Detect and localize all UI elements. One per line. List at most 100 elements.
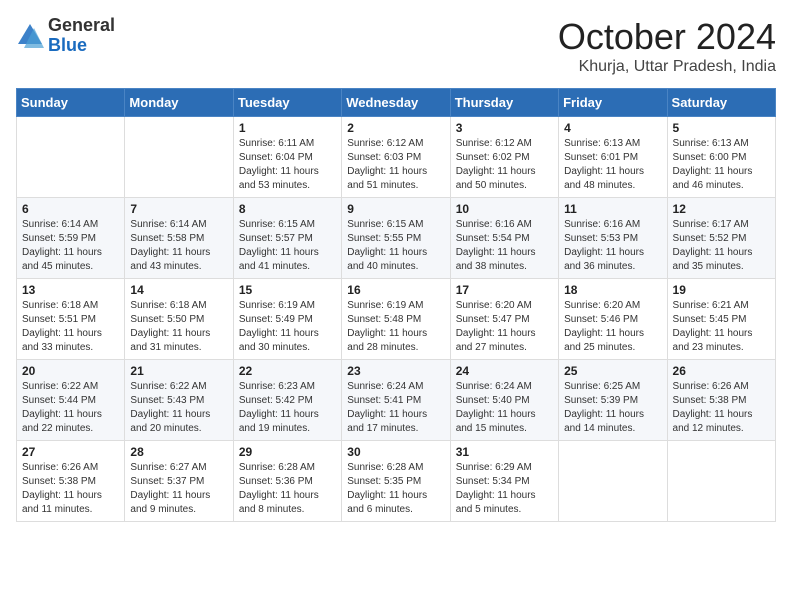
day-cell: 3 Sunrise: 6:12 AM Sunset: 6:02 PM Daylig… bbox=[450, 117, 558, 198]
day-number: 16 bbox=[347, 283, 444, 297]
page-header: General Blue October 2024 Khurja, Uttar … bbox=[16, 16, 776, 76]
day-number: 10 bbox=[456, 202, 553, 216]
day-content: Sunrise: 6:15 AM Sunset: 5:57 PM Dayligh… bbox=[239, 218, 336, 274]
day-cell bbox=[559, 441, 667, 522]
day-content: Sunrise: 6:24 AM Sunset: 5:41 PM Dayligh… bbox=[347, 380, 444, 436]
day-cell: 30Sunrise: 6:28 AM Sunset: 5:35 PM Dayli… bbox=[342, 441, 450, 522]
day-cell: 22 Sunrise: 6:23 AM Sunset: 5:42 PM Dayli… bbox=[233, 360, 341, 441]
day-number: 15 bbox=[239, 283, 336, 297]
day-cell: 18 Sunrise: 6:20 AM Sunset: 5:46 PM Dayli… bbox=[559, 279, 667, 360]
day-number: 8 bbox=[239, 202, 336, 216]
day-content: Sunrise: 6:19 AM Sunset: 5:48 PM Dayligh… bbox=[347, 299, 444, 355]
day-cell: 8 Sunrise: 6:15 AM Sunset: 5:57 PM Daylig… bbox=[233, 198, 341, 279]
day-cell: 28 Sunrise: 6:27 AM Sunset: 5:37 PM Dayli… bbox=[125, 441, 233, 522]
day-cell: 16 Sunrise: 6:19 AM Sunset: 5:48 PM Dayli… bbox=[342, 279, 450, 360]
day-content: Sunrise: 6:18 AM Sunset: 5:50 PM Dayligh… bbox=[130, 299, 227, 355]
day-content: Sunrise: 6:21 AM Sunset: 5:45 PM Dayligh… bbox=[673, 299, 770, 355]
day-number: 31 bbox=[456, 445, 553, 459]
calendar-body: 1 Sunrise: 6:11 AM Sunset: 6:04 PM Daylig… bbox=[17, 117, 776, 522]
day-content: Sunrise: 6:26 AM Sunset: 5:38 PM Dayligh… bbox=[673, 380, 770, 436]
day-cell: 15 Sunrise: 6:19 AM Sunset: 5:49 PM Dayli… bbox=[233, 279, 341, 360]
day-number: 20 bbox=[22, 364, 119, 378]
day-number: 17 bbox=[456, 283, 553, 297]
day-number: 14 bbox=[130, 283, 227, 297]
day-number: 19 bbox=[673, 283, 770, 297]
day-content: Sunrise: 6:18 AM Sunset: 5:51 PM Dayligh… bbox=[22, 299, 119, 355]
day-content: Sunrise: 6:19 AM Sunset: 5:49 PM Dayligh… bbox=[239, 299, 336, 355]
day-number: 21 bbox=[130, 364, 227, 378]
day-content: Sunrise: 6:12 AM Sunset: 6:02 PM Dayligh… bbox=[456, 137, 553, 193]
day-number: 23 bbox=[347, 364, 444, 378]
day-cell: 12 Sunrise: 6:17 AM Sunset: 5:52 PM Dayli… bbox=[667, 198, 775, 279]
day-cell: 7Sunrise: 6:14 AM Sunset: 5:58 PM Daylig… bbox=[125, 198, 233, 279]
week-row-4: 20 Sunrise: 6:22 AM Sunset: 5:44 PM Dayli… bbox=[17, 360, 776, 441]
day-number: 4 bbox=[564, 121, 661, 135]
day-content: Sunrise: 6:22 AM Sunset: 5:44 PM Dayligh… bbox=[22, 380, 119, 436]
day-content: Sunrise: 6:24 AM Sunset: 5:40 PM Dayligh… bbox=[456, 380, 553, 436]
day-number: 9 bbox=[347, 202, 444, 216]
day-cell: 9 Sunrise: 6:15 AM Sunset: 5:55 PM Daylig… bbox=[342, 198, 450, 279]
day-number: 12 bbox=[673, 202, 770, 216]
day-content: Sunrise: 6:29 AM Sunset: 5:34 PM Dayligh… bbox=[456, 461, 553, 517]
header-sunday: Sunday bbox=[17, 89, 125, 117]
day-number: 22 bbox=[239, 364, 336, 378]
day-cell: 2 Sunrise: 6:12 AM Sunset: 6:03 PM Daylig… bbox=[342, 117, 450, 198]
day-content: Sunrise: 6:25 AM Sunset: 5:39 PM Dayligh… bbox=[564, 380, 661, 436]
day-cell bbox=[667, 441, 775, 522]
day-number: 18 bbox=[564, 283, 661, 297]
day-content: Sunrise: 6:17 AM Sunset: 5:52 PM Dayligh… bbox=[673, 218, 770, 274]
day-number: 29 bbox=[239, 445, 336, 459]
day-content: Sunrise: 6:12 AM Sunset: 6:03 PM Dayligh… bbox=[347, 137, 444, 193]
title-section: October 2024 Khurja, Uttar Pradesh, Indi… bbox=[558, 16, 776, 76]
day-cell: 17Sunrise: 6:20 AM Sunset: 5:47 PM Dayli… bbox=[450, 279, 558, 360]
header-thursday: Thursday bbox=[450, 89, 558, 117]
header-row: SundayMondayTuesdayWednesdayThursdayFrid… bbox=[17, 89, 776, 117]
day-cell bbox=[17, 117, 125, 198]
week-row-5: 27 Sunrise: 6:26 AM Sunset: 5:38 PM Dayli… bbox=[17, 441, 776, 522]
day-cell: 26 Sunrise: 6:26 AM Sunset: 5:38 PM Dayli… bbox=[667, 360, 775, 441]
day-content: Sunrise: 6:23 AM Sunset: 5:42 PM Dayligh… bbox=[239, 380, 336, 436]
day-content: Sunrise: 6:26 AM Sunset: 5:38 PM Dayligh… bbox=[22, 461, 119, 517]
day-cell: 29 Sunrise: 6:28 AM Sunset: 5:36 PM Dayli… bbox=[233, 441, 341, 522]
day-content: Sunrise: 6:28 AM Sunset: 5:35 PM Dayligh… bbox=[347, 461, 444, 517]
day-cell: 13 Sunrise: 6:18 AM Sunset: 5:51 PM Dayli… bbox=[17, 279, 125, 360]
header-monday: Monday bbox=[125, 89, 233, 117]
day-content: Sunrise: 6:16 AM Sunset: 5:53 PM Dayligh… bbox=[564, 218, 661, 274]
day-content: Sunrise: 6:11 AM Sunset: 6:04 PM Dayligh… bbox=[239, 137, 336, 193]
day-content: Sunrise: 6:15 AM Sunset: 5:55 PM Dayligh… bbox=[347, 218, 444, 274]
day-cell: 11 Sunrise: 6:16 AM Sunset: 5:53 PM Dayli… bbox=[559, 198, 667, 279]
logo-general-text: General bbox=[48, 16, 115, 36]
header-tuesday: Tuesday bbox=[233, 89, 341, 117]
day-content: Sunrise: 6:16 AM Sunset: 5:54 PM Dayligh… bbox=[456, 218, 553, 274]
day-content: Sunrise: 6:27 AM Sunset: 5:37 PM Dayligh… bbox=[130, 461, 227, 517]
day-content: Sunrise: 6:14 AM Sunset: 5:59 PM Dayligh… bbox=[22, 218, 119, 274]
day-number: 27 bbox=[22, 445, 119, 459]
day-number: 3 bbox=[456, 121, 553, 135]
day-number: 11 bbox=[564, 202, 661, 216]
day-cell bbox=[125, 117, 233, 198]
day-number: 26 bbox=[673, 364, 770, 378]
day-number: 28 bbox=[130, 445, 227, 459]
day-number: 24 bbox=[456, 364, 553, 378]
day-content: Sunrise: 6:28 AM Sunset: 5:36 PM Dayligh… bbox=[239, 461, 336, 517]
day-cell: 31 Sunrise: 6:29 AM Sunset: 5:34 PM Dayli… bbox=[450, 441, 558, 522]
day-content: Sunrise: 6:20 AM Sunset: 5:46 PM Dayligh… bbox=[564, 299, 661, 355]
header-wednesday: Wednesday bbox=[342, 89, 450, 117]
day-cell: 23 Sunrise: 6:24 AM Sunset: 5:41 PM Dayli… bbox=[342, 360, 450, 441]
month-title: October 2024 bbox=[558, 16, 776, 58]
header-saturday: Saturday bbox=[667, 89, 775, 117]
day-cell: 10 Sunrise: 6:16 AM Sunset: 5:54 PM Dayli… bbox=[450, 198, 558, 279]
logo: General Blue bbox=[16, 16, 115, 56]
day-cell: 14 Sunrise: 6:18 AM Sunset: 5:50 PM Dayli… bbox=[125, 279, 233, 360]
day-number: 13 bbox=[22, 283, 119, 297]
week-row-2: 6Sunrise: 6:14 AM Sunset: 5:59 PM Daylig… bbox=[17, 198, 776, 279]
day-number: 2 bbox=[347, 121, 444, 135]
day-cell: 4Sunrise: 6:13 AM Sunset: 6:01 PM Daylig… bbox=[559, 117, 667, 198]
day-number: 5 bbox=[673, 121, 770, 135]
day-number: 1 bbox=[239, 121, 336, 135]
day-content: Sunrise: 6:22 AM Sunset: 5:43 PM Dayligh… bbox=[130, 380, 227, 436]
day-number: 7 bbox=[130, 202, 227, 216]
day-cell: 1 Sunrise: 6:11 AM Sunset: 6:04 PM Daylig… bbox=[233, 117, 341, 198]
week-row-3: 13 Sunrise: 6:18 AM Sunset: 5:51 PM Dayli… bbox=[17, 279, 776, 360]
header-friday: Friday bbox=[559, 89, 667, 117]
